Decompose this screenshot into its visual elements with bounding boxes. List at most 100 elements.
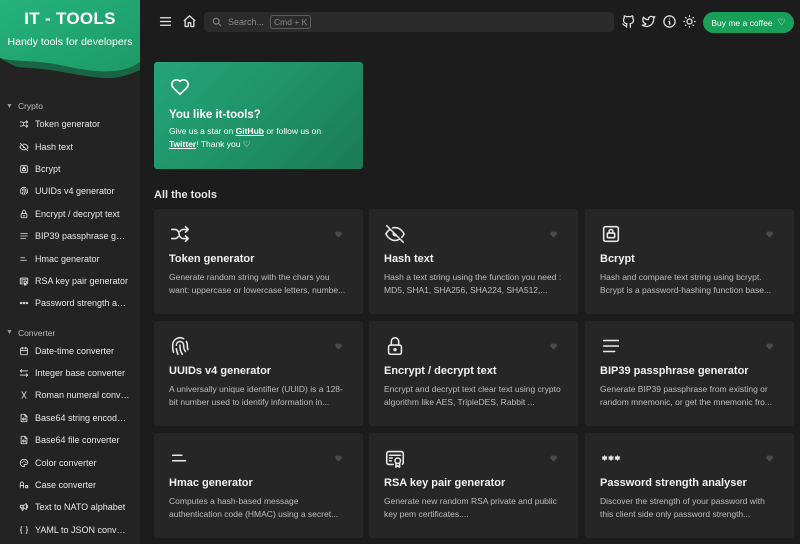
sidebar-item[interactable]: Color converter bbox=[0, 451, 140, 473]
top-bar: Search... Cmd + K Buy me a coffee ♡ bbox=[140, 0, 800, 44]
certificate-icon bbox=[384, 447, 406, 469]
tool-card[interactable]: RSA key pair generator Generate new rando… bbox=[369, 433, 578, 538]
twitter-link[interactable]: Twitter bbox=[169, 139, 196, 149]
sidebar-item-label: Bcrypt bbox=[35, 163, 61, 174]
short-text-icon bbox=[169, 447, 191, 469]
sidebar-item-label: Encrypt / decrypt text bbox=[35, 208, 120, 219]
favorite-heart-icon[interactable] bbox=[549, 230, 558, 239]
lock-icon bbox=[19, 209, 29, 219]
app-subtitle: Handy tools for developers bbox=[7, 36, 133, 48]
search-icon bbox=[212, 17, 222, 27]
favorite-heart-icon[interactable] bbox=[334, 454, 343, 463]
sidebar-item[interactable]: Hash text bbox=[0, 135, 140, 157]
shuffle-icon bbox=[19, 119, 29, 129]
brand-header[interactable]: IT - TOOLS Handy tools for developers bbox=[0, 0, 140, 88]
favorite-heart-icon[interactable] bbox=[549, 454, 558, 463]
lock-icon bbox=[384, 335, 406, 357]
sidebar-item[interactable]: Base64 file converter bbox=[0, 429, 140, 451]
file-digit-icon bbox=[19, 413, 29, 423]
sidebar-item[interactable]: UUIDs v4 generator bbox=[0, 180, 140, 202]
eye-off-icon bbox=[384, 223, 406, 245]
heart-icon bbox=[171, 79, 189, 96]
tool-card[interactable]: Hash text Hash a text string using the fu… bbox=[369, 209, 578, 314]
theme-toggle-icon[interactable] bbox=[681, 13, 697, 29]
tool-description: Generate random string with the chars yo… bbox=[169, 272, 346, 295]
tool-title: Bcrypt bbox=[600, 253, 635, 265]
sidebar-item-label: Token generator bbox=[35, 119, 101, 130]
hero-text-part: Give us a star on bbox=[169, 126, 236, 136]
sidebar-item[interactable]: Bcrypt bbox=[0, 158, 140, 180]
sidebar-item[interactable]: YAML to JSON convert... bbox=[0, 519, 140, 541]
buy-me-a-coffee-button[interactable]: Buy me a coffee ♡ bbox=[703, 12, 794, 33]
hero-text: Give us a star on GitHub or follow us on… bbox=[169, 125, 348, 151]
lock-square-icon bbox=[19, 164, 29, 174]
tool-title: UUIDs v4 generator bbox=[169, 365, 272, 377]
short-text-icon bbox=[19, 254, 29, 264]
favorite-heart-icon[interactable] bbox=[334, 342, 343, 351]
calendar-icon bbox=[19, 346, 29, 356]
favorite-heart-icon[interactable] bbox=[334, 230, 343, 239]
tool-card[interactable]: Bcrypt Hash and compare text string using… bbox=[585, 209, 794, 314]
tool-card[interactable]: UUIDs v4 generator A universally unique i… bbox=[154, 321, 363, 426]
tool-title: Hmac generator bbox=[169, 477, 253, 489]
hero-text-part: ! Thank you ♡ bbox=[196, 139, 251, 149]
github-icon[interactable] bbox=[620, 13, 636, 29]
sidebar-item[interactable]: RSA key pair generator bbox=[0, 270, 140, 292]
tool-description: A universally unique identifier (UUID) i… bbox=[169, 384, 343, 407]
search-input[interactable]: Search... Cmd + K bbox=[204, 12, 614, 32]
favorite-heart-icon[interactable] bbox=[549, 342, 558, 351]
tool-card[interactable]: Encrypt / decrypt text Encrypt and decryp… bbox=[369, 321, 578, 426]
sidebar-item-label: Color converter bbox=[35, 457, 97, 468]
tool-card[interactable]: BIP39 passphrase generator Generate BIP39… bbox=[585, 321, 794, 426]
tool-card[interactable]: Hmac generator Computes a hash-based mess… bbox=[154, 433, 363, 538]
sidebar-item[interactable]: BIP39 passphrase gen... bbox=[0, 225, 140, 247]
sidebar-item-label: RSA key pair generator bbox=[35, 275, 129, 286]
sidebar-item[interactable]: Date-time converter bbox=[0, 340, 140, 362]
favorite-heart-icon[interactable] bbox=[765, 342, 774, 351]
tool-card[interactable]: Token generator Generate random string wi… bbox=[154, 209, 363, 314]
home-icon[interactable] bbox=[181, 13, 197, 29]
sidebar-item[interactable]: Case converter bbox=[0, 474, 140, 496]
tool-card[interactable]: Password strength analyser Discover the s… bbox=[585, 433, 794, 538]
sidebar-item[interactable]: Password strength ana... bbox=[0, 292, 140, 314]
sidebar-item-label: BIP39 passphrase gen... bbox=[35, 231, 130, 242]
letter-case-icon bbox=[19, 480, 29, 490]
tool-description: Discover the strength of your password w… bbox=[600, 496, 765, 519]
speakerphone-icon bbox=[19, 502, 29, 512]
sidebar-item[interactable]: Integer base converter bbox=[0, 362, 140, 384]
sidebar-item[interactable]: Encrypt / decrypt text bbox=[0, 203, 140, 225]
file-digit-icon bbox=[19, 435, 29, 445]
hero-card: You like it-tools? Give us a star on Git… bbox=[154, 62, 363, 169]
sidebar-item[interactable]: Text to NATO alphabet bbox=[0, 496, 140, 518]
sidebar-section-header[interactable]: ▼ Converter bbox=[0, 326, 140, 340]
sidebar-item-label: Date-time converter bbox=[35, 345, 115, 356]
palette-icon bbox=[19, 458, 29, 468]
eye-off-icon bbox=[19, 142, 29, 152]
search-shortcut: Cmd + K bbox=[270, 15, 312, 29]
favorite-heart-icon[interactable] bbox=[765, 230, 774, 239]
info-icon[interactable] bbox=[661, 13, 677, 29]
sidebar-section-converter: ▼ Converter Date-time converter Integer bas… bbox=[0, 326, 140, 542]
sidebar-item[interactable]: Token generator bbox=[0, 113, 140, 135]
sidebar-section-header[interactable]: ▼ Crypto bbox=[0, 99, 140, 113]
sidebar-item[interactable]: Roman numeral conver... bbox=[0, 384, 140, 406]
sidebar-item-label: Hmac generator bbox=[35, 253, 100, 264]
chevron-down-icon: ▼ bbox=[6, 102, 13, 110]
github-link[interactable]: GitHub bbox=[236, 126, 264, 136]
menu-icon[interactable] bbox=[157, 13, 173, 29]
sidebar-item[interactable]: Base64 string encoder... bbox=[0, 407, 140, 429]
tool-description: Generate BIP39 passphrase from existing … bbox=[600, 384, 772, 407]
tool-description: Generate new random RSA private and publ… bbox=[384, 496, 557, 519]
sidebar-item-label: Integer base converter bbox=[35, 368, 126, 379]
align-justified-icon bbox=[19, 231, 29, 241]
section-label: Converter bbox=[17, 327, 56, 338]
sidebar-item-label: Base64 file converter bbox=[35, 435, 120, 446]
favorite-heart-icon[interactable] bbox=[765, 454, 774, 463]
arrows-left-right-icon bbox=[19, 368, 29, 378]
sidebar-item-label: Text to NATO alphabet bbox=[35, 502, 126, 513]
tool-description: Hash and compare text string using bcryp… bbox=[600, 272, 772, 295]
sidebar-item[interactable]: Hmac generator bbox=[0, 247, 140, 269]
sidebar-item-label: Case converter bbox=[35, 480, 97, 491]
twitter-icon[interactable] bbox=[640, 13, 656, 29]
password-icon bbox=[600, 447, 622, 469]
